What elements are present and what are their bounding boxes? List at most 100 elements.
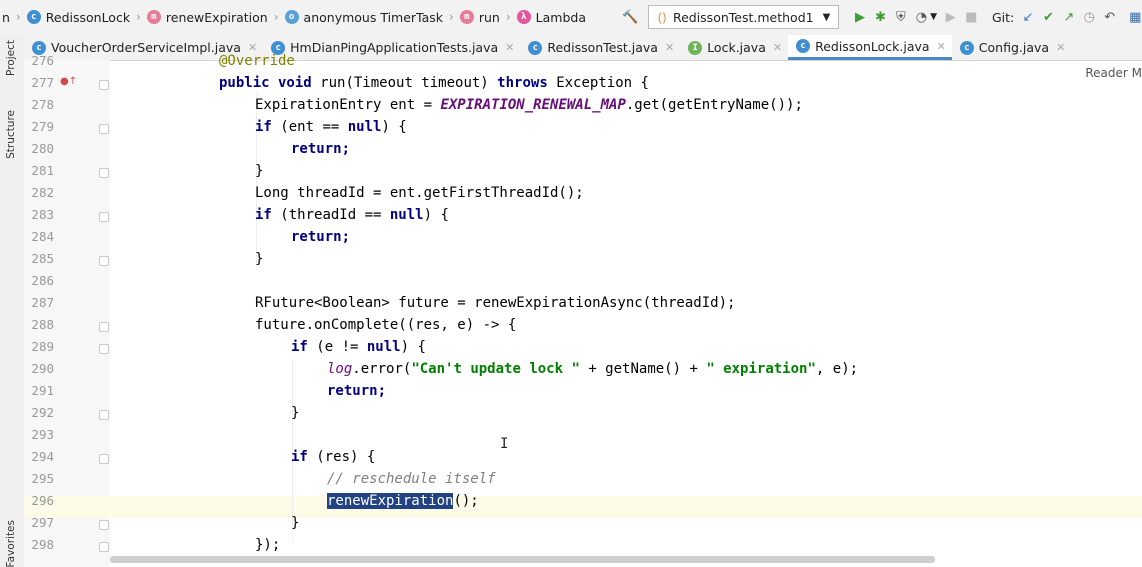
line-number: 287 <box>31 295 54 310</box>
code-line: 293 <box>0 424 1142 446</box>
selected-text[interactable]: renewExpiration <box>327 493 454 509</box>
code-text: ExpirationEntry ent = EXPIRATION_RENEWAL… <box>255 97 803 113</box>
code-text: Long threadId = ent.getFirstThreadId(); <box>255 185 584 201</box>
fold-marker-icon[interactable] <box>99 410 109 420</box>
class-icon: c <box>26 10 41 24</box>
line-number: 295 <box>31 471 54 486</box>
code-line: 292 } <box>0 402 1142 424</box>
fold-marker-icon[interactable] <box>99 256 109 266</box>
breadcrumb-label: run <box>478 9 500 25</box>
fold-marker-icon[interactable] <box>99 542 109 552</box>
line-number: 289 <box>31 339 54 354</box>
history-icon[interactable]: ◷ <box>1083 7 1096 27</box>
code-line: 281 } <box>0 160 1142 182</box>
run-config-icon: ⟨⟩ <box>657 9 667 25</box>
code-line: 290 log.error("Can't update lock " + get… <box>0 358 1142 380</box>
chevron-right-icon: › <box>15 10 21 24</box>
git-label: Git: <box>991 9 1015 25</box>
profile-icon[interactable]: ◔ <box>915 7 928 27</box>
chevron-right-icon: › <box>273 10 279 24</box>
git-commit-icon[interactable]: ✔ <box>1042 7 1055 27</box>
breadcrumb-label: RedissonLock <box>45 9 131 25</box>
coverage-icon[interactable]: ⛨ <box>894 7 907 27</box>
run-icon[interactable]: ▶ <box>853 7 866 27</box>
fold-marker-icon[interactable] <box>99 322 109 332</box>
git-update-icon[interactable]: ↙ <box>1021 7 1034 27</box>
line-number: 283 <box>31 207 54 222</box>
git-push-icon[interactable]: ↗ <box>1062 7 1075 27</box>
override-marker-icon[interactable]: ●↑ <box>60 76 77 87</box>
fold-marker-icon[interactable] <box>99 344 109 354</box>
code-text: public void run(Timeout timeout) throws … <box>219 75 649 91</box>
code-line: 286 <box>0 270 1142 292</box>
fold-marker-icon[interactable] <box>99 80 109 90</box>
resume-icon[interactable]: ▶ <box>944 7 957 27</box>
code-text: if (res) { <box>291 449 376 465</box>
line-number: 277 <box>31 75 54 90</box>
code-text: } <box>291 405 300 421</box>
chevron-right-icon: › <box>449 10 454 24</box>
run-configuration-select[interactable]: ⟨⟩ RedissonTest.method1 ▼ <box>648 5 840 29</box>
fold-marker-icon[interactable] <box>99 212 109 222</box>
code-text: return; <box>291 229 351 245</box>
code-line: 295 // reschedule itself <box>0 468 1142 490</box>
code-text: } <box>255 163 264 179</box>
breadcrumb-label: n <box>2 9 10 25</box>
run-config-label: RedissonTest.method1 <box>672 9 814 25</box>
debug-icon[interactable]: ✱ <box>874 7 887 27</box>
build-hammer-icon[interactable]: 🔨 <box>622 7 638 27</box>
code-comment: // reschedule itself <box>327 471 496 487</box>
code-line: 291 return; <box>0 380 1142 402</box>
breadcrumb-item[interactable]: o anonymous TimerTask › <box>284 9 460 25</box>
code-line: 278 ExpirationEntry ent = EXPIRATION_REN… <box>0 94 1142 116</box>
code-text: }); <box>255 537 281 553</box>
breadcrumb-item[interactable]: n › <box>2 10 27 25</box>
line-number: 280 <box>31 141 54 156</box>
breadcrumb-item[interactable]: λ Lambda <box>516 9 586 25</box>
breadcrumb-item[interactable]: c RedissonLock › <box>26 9 147 25</box>
code-text: return; <box>327 383 387 399</box>
breadcrumb-label: renewExpiration <box>165 9 268 25</box>
line-number: 288 <box>31 317 54 332</box>
breadcrumb-label: Lambda <box>535 9 586 25</box>
code-line: 279 if (ent == null) { <box>0 116 1142 138</box>
code-line: 284 return; <box>0 226 1142 248</box>
rollback-icon[interactable]: ↶ <box>1103 7 1116 27</box>
code-text: if (ent == null) { <box>255 119 407 135</box>
fold-marker-icon[interactable] <box>99 454 109 464</box>
code-line: 277 ●↑ public void run(Timeout timeout) … <box>0 72 1142 94</box>
breadcrumb-item[interactable]: m run › <box>459 9 517 25</box>
code-text: if (threadId == null) { <box>255 207 449 223</box>
code-line: 282 Long threadId = ent.getFirstThreadId… <box>0 182 1142 204</box>
code-text: future.onComplete((res, e) -> { <box>255 317 517 333</box>
horizontal-scrollbar[interactable] <box>110 556 935 563</box>
chevron-down-icon[interactable]: ▼ <box>930 7 937 27</box>
code-line: 285 } <box>0 248 1142 270</box>
lambda-icon: λ <box>516 10 531 24</box>
method-icon: m <box>459 10 474 24</box>
reader-mode-toggle[interactable]: Reader M <box>1085 66 1142 80</box>
line-number: 294 <box>31 449 54 464</box>
navigation-bar: n › c RedissonLock › m renewExpiration ›… <box>0 0 1142 35</box>
line-number: 284 <box>31 229 54 244</box>
stop-icon[interactable]: ■ <box>964 7 977 27</box>
breadcrumb-item[interactable]: m renewExpiration › <box>146 9 285 25</box>
line-number: 292 <box>31 405 54 420</box>
mouse-cursor-icon: I <box>500 436 509 452</box>
fold-marker-icon[interactable] <box>99 124 109 134</box>
anonymous-class-icon: o <box>284 10 299 24</box>
fold-marker-icon[interactable] <box>99 168 109 178</box>
code-line: 280 return; <box>0 138 1142 160</box>
line-number: 297 <box>31 515 54 530</box>
breadcrumb-label: anonymous TimerTask <box>303 9 444 25</box>
code-text: @Override <box>219 53 295 69</box>
code-line: 288 future.onComplete((res, e) -> { <box>0 314 1142 336</box>
code-text: RFuture<Boolean> future = renewExpiratio… <box>255 295 736 311</box>
fold-marker-icon[interactable] <box>99 520 109 530</box>
method-icon: m <box>146 10 161 24</box>
line-number: 278 <box>31 97 54 112</box>
project-structure-icon[interactable]: ▦ <box>1128 7 1141 27</box>
code-line: 276 @Override <box>0 50 1142 72</box>
code-line: 289 if (e != null) { <box>0 336 1142 358</box>
code-line: 287 RFuture<Boolean> future = renewExpir… <box>0 292 1142 314</box>
